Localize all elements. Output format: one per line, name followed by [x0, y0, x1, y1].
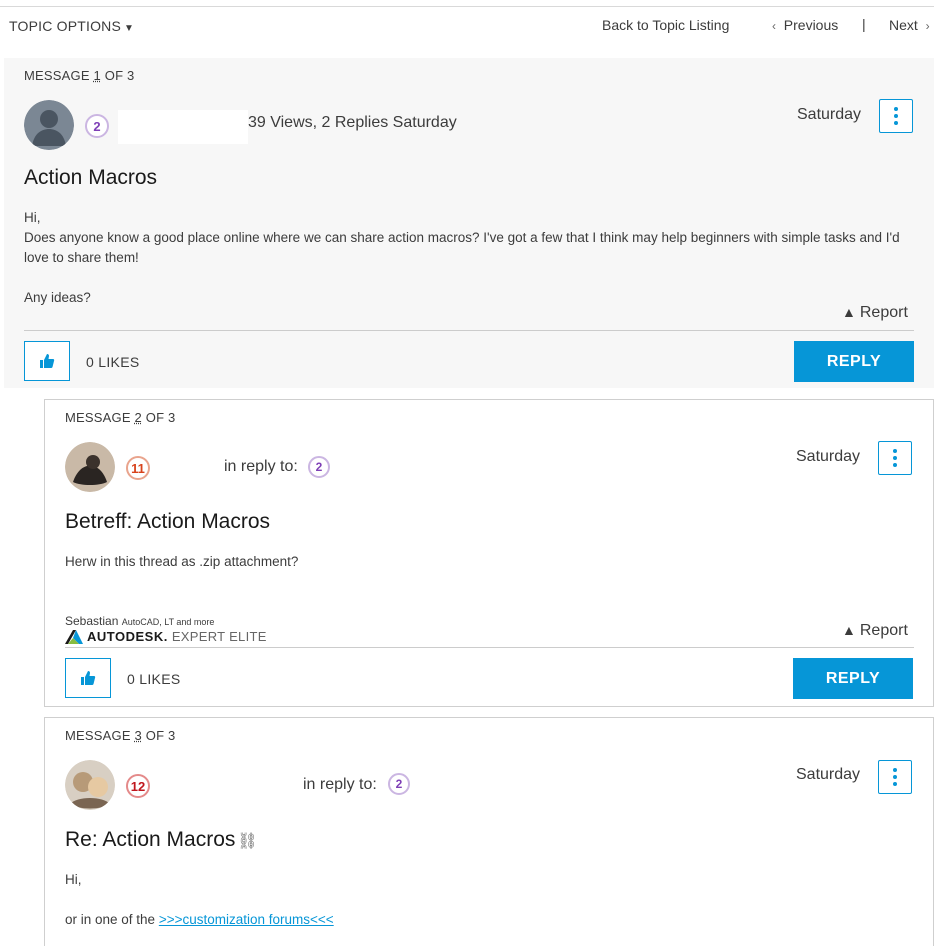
warning-icon: ▲	[842, 304, 856, 320]
reply-button[interactable]: REPLY	[793, 658, 913, 699]
report-link[interactable]: ▲ Report	[842, 622, 908, 640]
message-counter: MESSAGE 2 OF 3	[65, 410, 175, 425]
back-to-topic-listing-link[interactable]: Back to Topic Listing	[602, 17, 729, 33]
like-button[interactable]	[65, 658, 111, 698]
autodesk-wordmark: AUTODESK.	[87, 629, 168, 644]
message-options-button[interactable]	[878, 760, 912, 794]
body-text: or in one of the	[65, 912, 159, 927]
divider	[24, 330, 914, 331]
in-reply-to-label: in reply to:	[224, 458, 298, 475]
nav-separator: |	[862, 16, 866, 32]
body-line: Hi,	[65, 872, 82, 887]
post-date: Saturday	[797, 106, 862, 123]
avatar[interactable]	[65, 442, 115, 492]
avatar[interactable]	[24, 100, 74, 150]
rank-badge: 12	[126, 774, 150, 798]
dot-icon	[893, 449, 897, 453]
message-body: Hi, or in one of the >>>customization fo…	[65, 870, 942, 930]
message-body: Herw in this thread as .zip attachment?	[65, 554, 299, 569]
counter-suffix: OF 3	[100, 68, 135, 83]
thumbs-up-icon	[81, 671, 96, 685]
topic-toolbar: TOPIC OPTIONS ▼ Back to Topic Listing ‹ P…	[0, 6, 934, 46]
dot-icon	[894, 114, 898, 118]
message-subject-text: Re: Action Macros	[65, 828, 236, 851]
message-body: Hi, Does anyone know a good place online…	[24, 208, 904, 308]
dot-icon	[893, 775, 897, 779]
topic-options-dropdown[interactable]: TOPIC OPTIONS ▼	[9, 18, 134, 34]
next-label: Next	[889, 17, 918, 33]
body-line: Hi,	[24, 210, 41, 225]
dot-icon	[893, 768, 897, 772]
like-button[interactable]	[24, 341, 70, 381]
dot-icon	[893, 782, 897, 786]
signature-name: Sebastian AutoCAD, LT and more	[65, 614, 214, 628]
chevron-left-icon: ‹	[772, 19, 776, 33]
counter-suffix: OF 3	[141, 410, 176, 425]
thumbs-up-icon	[40, 354, 55, 368]
report-label: Report	[859, 622, 908, 639]
next-link[interactable]: Next ›	[889, 17, 930, 33]
divider	[65, 647, 914, 648]
message-options-button[interactable]	[878, 441, 912, 475]
body-line: Does anyone know a good place online whe…	[24, 230, 900, 265]
counter-number[interactable]: 1	[94, 68, 101, 83]
report-label: Report	[859, 304, 908, 321]
reply-to-rank-badge[interactable]: 2	[308, 456, 330, 478]
likes-count: 0 LIKES	[127, 671, 181, 687]
expert-elite-label: EXPERT ELITE	[171, 629, 267, 644]
counter-prefix: MESSAGE	[65, 410, 135, 425]
dot-icon	[894, 121, 898, 125]
message-counter: MESSAGE 1 OF 3	[24, 68, 134, 83]
chevron-right-icon: ›	[925, 19, 930, 33]
link-icon: ⛓	[237, 833, 258, 850]
likes-count: 0 LIKES	[86, 354, 140, 370]
signature-author: Sebastian	[65, 614, 119, 628]
rank-badge: 11	[126, 456, 150, 480]
previous-label: Previous	[783, 17, 839, 33]
author-name[interactable]	[118, 110, 248, 144]
counter-suffix: OF 3	[141, 728, 176, 743]
dot-icon	[893, 456, 897, 460]
customization-forums-link[interactable]: >>>customization forums<<<	[159, 912, 334, 927]
dot-icon	[893, 463, 897, 467]
report-link[interactable]: ▲ Report	[842, 304, 908, 322]
warning-icon: ▲	[842, 622, 856, 638]
topic-options-label: TOPIC OPTIONS	[9, 18, 122, 34]
caret-down-icon: ▼	[124, 23, 135, 34]
views-replies-text: 39 Views, 2 Replies Saturday	[248, 114, 457, 131]
message-subject: Action Macros	[24, 166, 158, 189]
message-options-button[interactable]	[879, 99, 913, 133]
counter-prefix: MESSAGE	[65, 728, 135, 743]
body-line: or in one of the >>>customization forums…	[65, 910, 942, 930]
reply-to-rank-badge[interactable]: 2	[388, 773, 410, 795]
message-1: MESSAGE 1 OF 3 2 39 Views, 2 Replies Sat…	[4, 58, 934, 388]
previous-link[interactable]: ‹ Previous	[772, 17, 838, 33]
body-line	[24, 268, 904, 288]
message-subject: Betreff: Action Macros	[65, 510, 271, 533]
avatar[interactable]	[65, 760, 115, 810]
counter-number[interactable]: 3	[135, 728, 142, 743]
counter-prefix: MESSAGE	[24, 68, 94, 83]
counter-number[interactable]: 2	[135, 410, 142, 425]
signature-products: AutoCAD, LT and more	[121, 617, 215, 627]
in-reply-to-label: in reply to:	[303, 776, 377, 793]
rank-badge: 2	[85, 114, 109, 138]
post-date: Saturday	[796, 766, 861, 783]
message-3: MESSAGE 3 OF 3 12 in reply to: 2 Saturda…	[44, 717, 934, 946]
message-2: MESSAGE 2 OF 3 11 in reply to: 2 Saturda…	[44, 399, 934, 707]
message-counter: MESSAGE 3 OF 3	[65, 728, 175, 743]
post-date: Saturday	[796, 448, 861, 465]
body-line: Any ideas?	[24, 290, 91, 305]
reply-button[interactable]: REPLY	[794, 341, 914, 382]
autodesk-logo-icon	[65, 629, 83, 644]
dot-icon	[894, 107, 898, 111]
expert-elite-badge: AUTODESK. EXPERT ELITE	[65, 629, 267, 644]
message-subject: Re: Action Macros ⛓	[65, 828, 258, 852]
